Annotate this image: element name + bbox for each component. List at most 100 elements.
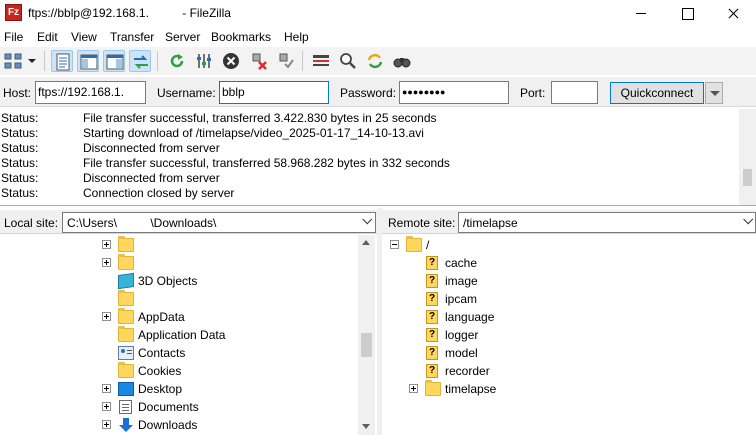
local-tree-scrollbar-thumb[interactable] — [361, 333, 372, 357]
tree-item[interactable]: ? language — [382, 308, 752, 326]
desktop-icon — [118, 382, 134, 396]
expand-icon[interactable] — [102, 240, 111, 249]
tree-item[interactable]: ? ipcam — [382, 290, 752, 308]
quickconnect-history-dropdown[interactable] — [705, 82, 723, 104]
tree-item[interactable]: ? recorder — [382, 362, 752, 380]
tree-item[interactable]: ? model — [382, 344, 752, 362]
toolbar — [0, 47, 756, 75]
tree-item[interactable]: ? cache — [382, 254, 752, 272]
local-path-combo[interactable]: C:\Users\ \Downloads\ — [62, 212, 376, 233]
local-site-header: Local site: C:\Users\ \Downloads\ — [0, 210, 377, 234]
directory-filters-button[interactable] — [310, 50, 332, 72]
cancel-button[interactable] — [220, 50, 242, 72]
documents-icon — [119, 400, 132, 414]
expand-icon[interactable] — [102, 312, 111, 321]
expand-icon[interactable] — [102, 420, 111, 429]
disconnect-icon — [252, 53, 267, 70]
tree-item[interactable]: AppData — [0, 308, 355, 326]
tree-item[interactable]: Downloads — [0, 416, 355, 434]
remote-site-label: Remote site: — [388, 216, 456, 230]
disconnect-button[interactable] — [248, 50, 270, 72]
close-button[interactable] — [710, 0, 756, 27]
menu-view[interactable]: View — [71, 30, 97, 44]
quickconnect-bar: Host: ftps://192.168.1. Username: bblp P… — [0, 77, 756, 107]
site-manager-button[interactable] — [2, 50, 24, 72]
minimize-button[interactable] — [618, 0, 664, 27]
compare-directories-button[interactable] — [391, 50, 413, 72]
tree-item[interactable]: Cookies — [0, 362, 355, 380]
scroll-up-icon[interactable] — [362, 240, 370, 245]
tree-item[interactable]: Application Data — [0, 326, 355, 344]
expand-icon[interactable] — [102, 402, 111, 411]
port-input[interactable] — [551, 81, 598, 104]
message-log: Status: File transfer successful, transfe… — [0, 109, 756, 206]
remote-directory-tree: / ? cache ? image ? ipcam ? language ? l… — [382, 235, 756, 435]
toggle-message-log-button[interactable] — [51, 50, 73, 72]
refresh-icon — [170, 54, 184, 68]
site-manager-icon — [4, 53, 22, 69]
quickconnect-button[interactable]: Quickconnect — [610, 82, 704, 104]
unknown-folder-icon: ? — [426, 292, 438, 306]
username-input[interactable]: bblp — [219, 81, 329, 104]
tree-item[interactable]: ? image — [382, 272, 752, 290]
unknown-folder-icon: ? — [426, 256, 438, 270]
menu-bookmarks[interactable]: Bookmarks — [211, 30, 271, 44]
maximize-button[interactable] — [664, 0, 710, 27]
tree-item[interactable]: Desktop — [0, 380, 355, 398]
tree-item[interactable]: ? logger — [382, 326, 752, 344]
tree-item[interactable]: Documents — [0, 398, 355, 416]
chevron-down-icon[interactable] — [744, 218, 753, 224]
menu-edit[interactable]: Edit — [37, 30, 58, 44]
remote-path-combo[interactable]: /timelapse — [458, 212, 756, 233]
remote-site-header: Remote site: /timelapse — [382, 210, 756, 234]
compare-directories-icon — [393, 58, 411, 68]
tree-item[interactable] — [0, 290, 355, 308]
menu-file[interactable]: File — [4, 30, 23, 44]
expand-icon[interactable] — [102, 258, 111, 267]
toggle-local-tree-icon — [80, 54, 98, 70]
unknown-folder-icon: ? — [426, 310, 438, 324]
password-input[interactable]: ●●●●●●●● — [399, 81, 509, 104]
toolbar-separator — [157, 51, 158, 71]
process-queue-button[interactable] — [193, 50, 215, 72]
folder-icon — [406, 236, 422, 252]
filezilla-logo-icon: Fz — [5, 4, 22, 21]
chevron-down-icon[interactable] — [363, 218, 372, 224]
menu-server[interactable]: Server — [165, 30, 200, 44]
tree-item[interactable]: / — [382, 236, 752, 254]
sync-browsing-button[interactable] — [364, 50, 386, 72]
site-manager-dropdown[interactable] — [28, 59, 36, 63]
port-label: Port: — [520, 86, 546, 100]
toolbar-separator — [44, 51, 45, 71]
downloads-icon — [118, 418, 134, 432]
tree-item[interactable] — [0, 254, 355, 272]
host-input[interactable]: ftps://192.168.1. — [35, 81, 146, 104]
expand-icon[interactable] — [102, 384, 111, 393]
toggle-transfer-queue-button[interactable] — [129, 50, 151, 72]
reconnect-button[interactable] — [275, 50, 297, 72]
menu-transfer[interactable]: Transfer — [110, 30, 154, 44]
unknown-folder-icon: ? — [426, 346, 438, 360]
collapse-icon[interactable] — [390, 240, 399, 249]
search-remote-icon — [340, 53, 356, 69]
search-remote-button[interactable] — [337, 50, 359, 72]
toggle-remote-tree-icon — [106, 54, 124, 70]
toggle-local-tree-button[interactable] — [77, 50, 99, 72]
folder-icon — [118, 308, 134, 324]
cancel-icon — [223, 53, 239, 69]
tree-item[interactable]: Contacts — [0, 344, 355, 362]
expand-icon[interactable] — [409, 384, 418, 393]
local-tree-scrollbar[interactable] — [358, 235, 375, 435]
toolbar-separator — [302, 51, 303, 71]
folder-icon — [118, 254, 134, 270]
menu-help[interactable]: Help — [284, 30, 309, 44]
tree-item[interactable]: 3D Objects — [0, 272, 355, 290]
toggle-remote-tree-button[interactable] — [103, 50, 125, 72]
log-scrollbar-thumb[interactable] — [743, 169, 752, 186]
refresh-button[interactable] — [166, 50, 188, 72]
tree-item[interactable] — [0, 236, 355, 254]
title-bar: Fz ftps://bblp@192.168.1. - FileZilla — [0, 0, 756, 27]
scroll-down-icon[interactable] — [362, 424, 370, 429]
tree-item[interactable]: timelapse — [382, 380, 752, 398]
log-scrollbar[interactable] — [739, 109, 756, 205]
